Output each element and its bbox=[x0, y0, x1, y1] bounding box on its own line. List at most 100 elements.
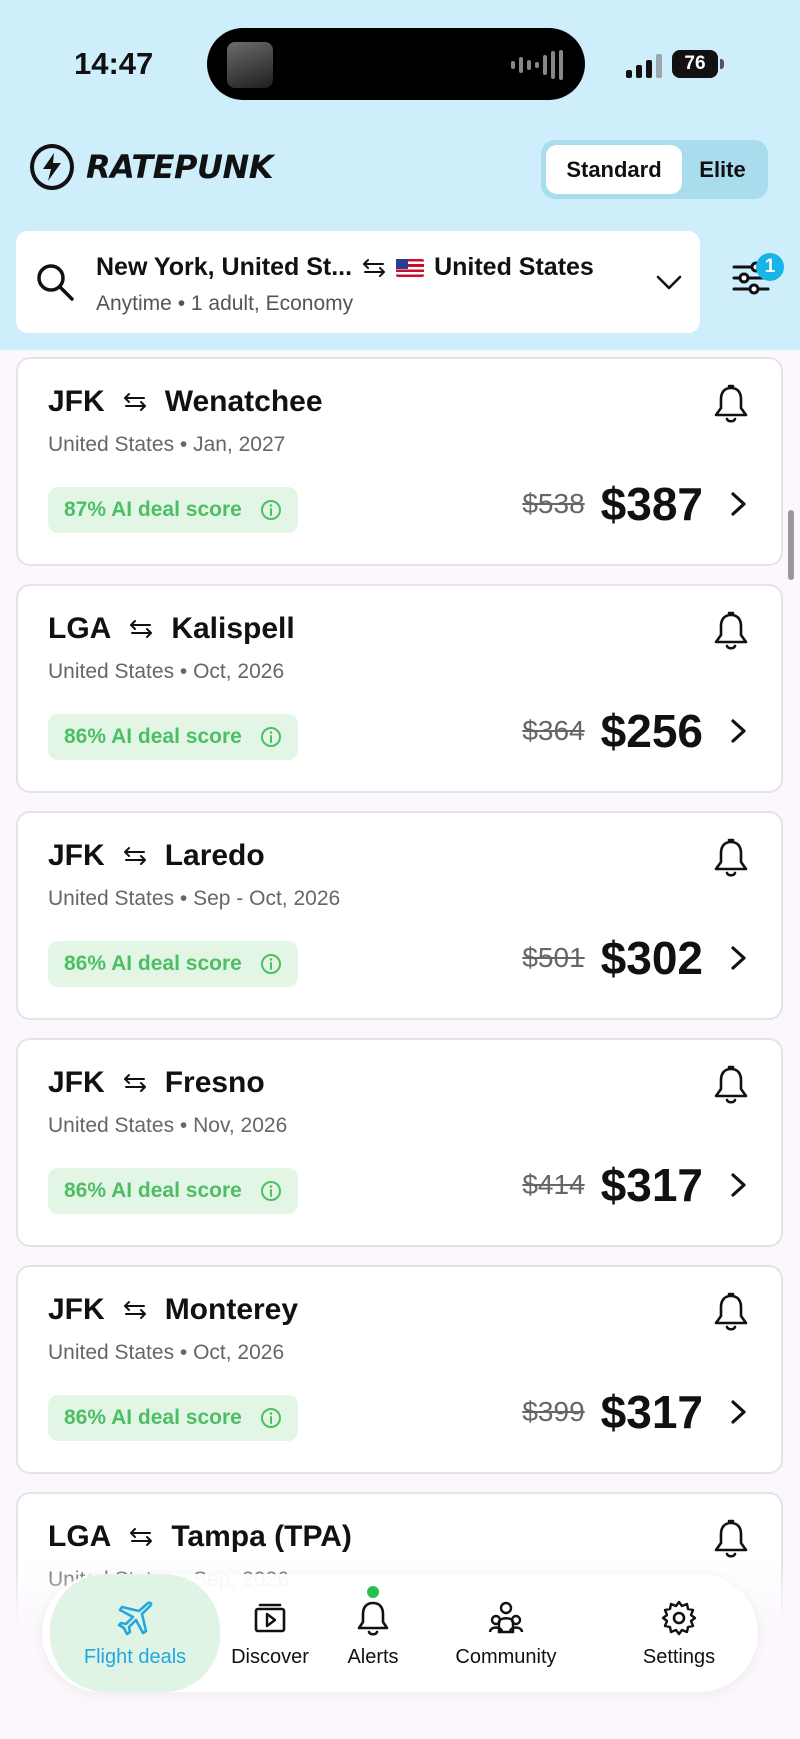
brand-name: RATEPUNK bbox=[86, 148, 274, 186]
elite-plan-tab[interactable]: Elite bbox=[682, 145, 763, 194]
nav-flight-deals[interactable]: Flight deals bbox=[50, 1574, 220, 1692]
chevron-right-icon[interactable] bbox=[725, 1170, 751, 1200]
nav-settings[interactable]: Settings bbox=[624, 1574, 734, 1692]
deal-card[interactable]: JFK Monterey United States • Oct, 2026 8… bbox=[16, 1265, 783, 1474]
nav-label-settings: Settings bbox=[642, 1645, 716, 1668]
price-row: $538 $387 bbox=[522, 477, 751, 531]
bell-icon[interactable] bbox=[711, 1518, 751, 1560]
original-price: $399 bbox=[522, 1396, 585, 1427]
ai-deal-score-badge[interactable]: 86% AI deal score bbox=[48, 714, 298, 760]
deal-meta: United States • Oct, 2026 bbox=[48, 660, 285, 683]
price-row: $501 $302 bbox=[522, 931, 751, 985]
deal-meta: United States • Sep - Oct, 2026 bbox=[48, 887, 341, 910]
bottom-nav: Flight deals Discover Alerts Community S… bbox=[42, 1574, 758, 1692]
search-details: Anytime • 1 adult, Economy bbox=[96, 292, 354, 315]
battery-indicator: 76 bbox=[672, 50, 724, 78]
swap-arrows-icon bbox=[123, 393, 146, 411]
bell-icon[interactable] bbox=[711, 610, 751, 652]
deal-origin: JFK bbox=[48, 839, 105, 872]
deal-card[interactable]: JFK Fresno United States • Nov, 2026 86%… bbox=[16, 1038, 783, 1247]
audio-waveform-icon bbox=[511, 50, 563, 80]
scrollbar[interactable] bbox=[788, 510, 794, 580]
deal-origin: JFK bbox=[48, 385, 105, 418]
info-icon[interactable] bbox=[260, 1407, 282, 1429]
ai-deal-score-badge[interactable]: 87% AI deal score bbox=[48, 487, 298, 533]
ai-deal-score-badge[interactable]: 86% AI deal score bbox=[48, 941, 298, 987]
bell-icon[interactable] bbox=[711, 1064, 751, 1106]
airplane-icon bbox=[117, 1600, 153, 1635]
dynamic-island[interactable] bbox=[207, 28, 585, 100]
us-flag-icon bbox=[396, 258, 425, 277]
deal-route: JFK Wenatchee bbox=[48, 385, 323, 419]
deal-route: LGA Kalispell bbox=[48, 612, 295, 646]
search-destination: United States bbox=[434, 253, 594, 281]
header-area: 14:47 76 RATEPUNK Standard Elite New Yor… bbox=[0, 0, 800, 350]
nav-discover[interactable]: Discover bbox=[220, 1574, 320, 1692]
filter-count-badge: 1 bbox=[756, 253, 784, 281]
ai-deal-score-badge[interactable]: 86% AI deal score bbox=[48, 1168, 298, 1214]
now-playing-artwork bbox=[227, 42, 273, 88]
price-row: $414 $317 bbox=[522, 1158, 751, 1212]
lightning-coin-icon bbox=[30, 144, 74, 190]
gear-icon bbox=[661, 1600, 697, 1635]
deal-route: JFK Monterey bbox=[48, 1293, 298, 1327]
deal-price: $302 bbox=[600, 932, 703, 984]
ai-deal-score-badge[interactable]: 86% AI deal score bbox=[48, 1395, 298, 1441]
nav-label-community: Community bbox=[455, 1645, 557, 1668]
deal-destination: Fresno bbox=[164, 1066, 265, 1099]
deal-card[interactable]: LGA Kalispell United States • Oct, 2026 … bbox=[16, 584, 783, 793]
status-time: 14:47 bbox=[74, 46, 154, 81]
media-play-icon bbox=[254, 1603, 286, 1632]
info-icon[interactable] bbox=[260, 726, 282, 748]
plan-toggle: Standard Elite bbox=[541, 140, 768, 199]
swap-arrows-icon bbox=[123, 847, 146, 865]
brand-logo: RATEPUNK bbox=[30, 144, 274, 190]
nav-label-flight-deals: Flight deals bbox=[83, 1645, 187, 1668]
info-icon[interactable] bbox=[260, 953, 282, 975]
deal-destination: Wenatchee bbox=[164, 385, 323, 418]
deal-route: JFK Laredo bbox=[48, 839, 265, 873]
swap-arrows-icon bbox=[123, 1301, 146, 1319]
nav-label-alerts: Alerts bbox=[347, 1645, 399, 1668]
bell-icon[interactable] bbox=[711, 837, 751, 879]
deal-meta: United States • Jan, 2027 bbox=[48, 433, 286, 456]
ai-deal-score-label: 87% AI deal score bbox=[64, 498, 242, 521]
chevron-right-icon[interactable] bbox=[725, 943, 751, 973]
nav-alerts[interactable]: Alerts bbox=[328, 1574, 418, 1692]
deal-price: $317 bbox=[600, 1159, 703, 1211]
swap-arrows-icon bbox=[130, 1528, 153, 1546]
ai-deal-score-label: 86% AI deal score bbox=[64, 1406, 242, 1429]
swap-arrows-icon bbox=[363, 258, 386, 277]
bell-icon[interactable] bbox=[711, 383, 751, 425]
deal-route: JFK Fresno bbox=[48, 1066, 265, 1100]
chevron-right-icon[interactable] bbox=[725, 1397, 751, 1427]
standard-plan-tab[interactable]: Standard bbox=[546, 145, 682, 194]
original-price: $414 bbox=[522, 1169, 585, 1200]
bell-icon[interactable] bbox=[711, 1291, 751, 1333]
nav-community[interactable]: Community bbox=[432, 1574, 580, 1692]
ai-deal-score-label: 86% AI deal score bbox=[64, 952, 242, 975]
swap-arrows-icon bbox=[123, 1074, 146, 1092]
chevron-down-icon[interactable] bbox=[654, 267, 684, 297]
price-row: $399 $317 bbox=[522, 1385, 751, 1439]
deal-card[interactable]: JFK Laredo United States • Sep - Oct, 20… bbox=[16, 811, 783, 1020]
nav-label-discover: Discover bbox=[231, 1645, 309, 1668]
deal-destination: Laredo bbox=[164, 839, 265, 872]
deal-price: $317 bbox=[600, 1386, 703, 1438]
info-icon[interactable] bbox=[260, 1180, 282, 1202]
search-origin: New York, United St... bbox=[96, 253, 353, 281]
chevron-right-icon[interactable] bbox=[725, 489, 751, 519]
swap-arrows-icon bbox=[130, 620, 153, 638]
alert-notification-dot bbox=[367, 1586, 379, 1598]
search-bar[interactable]: New York, United St... United States Any… bbox=[16, 231, 700, 333]
original-price: $501 bbox=[522, 942, 585, 973]
deal-price: $387 bbox=[600, 478, 703, 530]
info-icon[interactable] bbox=[260, 499, 282, 521]
deal-card[interactable]: JFK Wenatchee United States • Jan, 2027 … bbox=[16, 357, 783, 566]
chevron-right-icon[interactable] bbox=[725, 716, 751, 746]
deal-destination: Monterey bbox=[164, 1293, 299, 1326]
deal-origin: LGA bbox=[48, 612, 112, 645]
deal-route: LGA Tampa (TPA) bbox=[48, 1520, 352, 1554]
search-route: New York, United St... United States bbox=[96, 253, 594, 282]
ai-deal-score-label: 86% AI deal score bbox=[64, 1179, 242, 1202]
